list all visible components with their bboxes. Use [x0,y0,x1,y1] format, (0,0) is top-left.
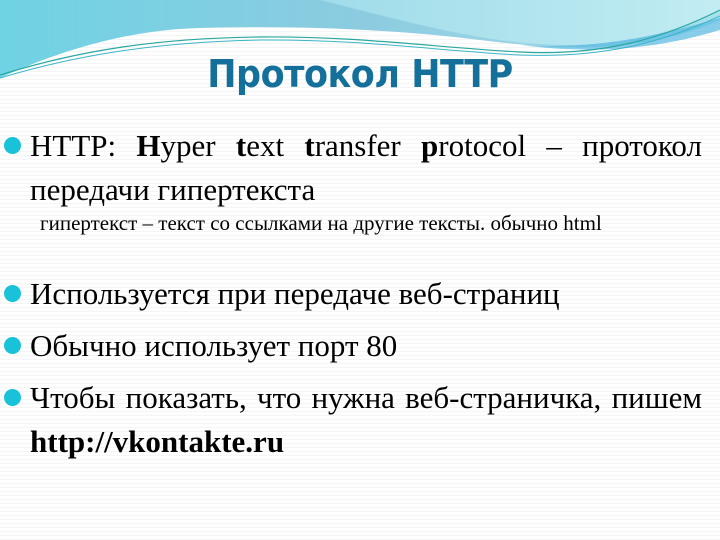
bullet-web-pages: Используется при передаче веб-страниц [4,272,702,316]
text-part-bold: t [235,128,247,163]
bullet-dot-icon [4,389,21,406]
bullet-dot-icon [4,337,21,354]
slide-title: Протокол HTTP [207,52,513,96]
text-part: HTTP: [30,128,137,163]
url-example: http://vkontakte.ru [30,424,285,459]
bullet-text: Чтобы показать, что нужна веб-страничка,… [30,380,702,415]
bullet-text: Используется при передаче веб-страниц [30,276,560,311]
bullet-dot-icon [4,137,21,154]
text-part-bold: H [136,128,161,163]
bullet-url-example: Чтобы показать, что нужна веб-страничка,… [4,376,702,464]
bullet-text: Обычно использует порт 80 [30,328,398,363]
sub-bullet-hypertext: гипертекст – текст со ссылками на другие… [40,211,602,235]
bullet-dot-icon [4,285,21,302]
text-part-bold: p [421,128,439,163]
text-part-bold: t [304,128,315,163]
text-part: yper [160,128,236,163]
bullet-http-definition: HTTP: Hyper text transfer protocol – про… [4,124,702,212]
text-part: ransfer [314,128,422,163]
bullet-port: Обычно использует порт 80 [4,324,702,368]
text-part: ext [246,128,305,163]
